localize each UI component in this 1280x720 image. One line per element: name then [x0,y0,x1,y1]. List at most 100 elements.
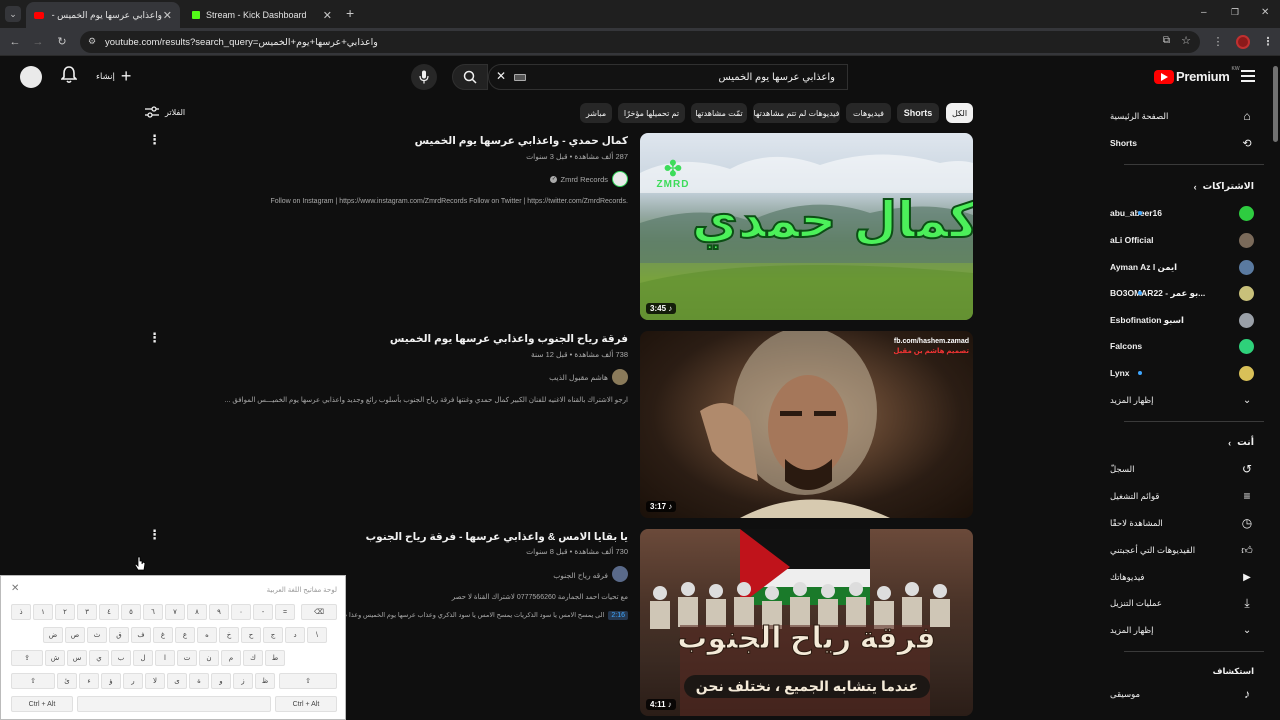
guide-menu-icon[interactable] [1241,70,1255,82]
keyboard-key[interactable]: ا [155,650,175,666]
keyboard-key[interactable]: ز [233,673,253,689]
video-thumbnail[interactable]: فرقة رياح الجنوب عندما يتشابه الجميع ، ن… [640,529,973,716]
browser-tab-kick[interactable]: Stream - Kick Dashboard ✕ [184,2,340,28]
notifications-bell-icon[interactable] [60,66,78,84]
backspace-key[interactable]: ⌫ [301,604,337,620]
sidebar-item-playlists[interactable]: قوائم التشغيل ≡ [1110,483,1280,509]
keyboard-key[interactable]: ٨ [187,604,207,620]
ctrl-alt-left-key[interactable]: Ctrl + Alt [11,696,73,712]
sidebar-sub-ayman[interactable]: Ayman Az l ايمن [1110,254,1280,280]
site-info-icon[interactable]: ⚙ [88,36,96,47]
sidebar-sub-ali-official[interactable]: aLi Official [1110,227,1280,253]
restore-button[interactable]: ❐ [1231,7,1239,18]
close-tab-icon[interactable]: ✕ [163,9,172,22]
sidebar-sub-abu-abeer16[interactable]: abu_abeer16 [1110,200,1280,226]
browser-menu-icon[interactable]: ⋮ [1261,35,1275,49]
keyboard-key[interactable]: ن [199,650,219,666]
keyboard-key[interactable]: ر [123,673,143,689]
create-button[interactable]: إنشاء + [96,67,131,85]
left-shift-key[interactable]: ⇧ [11,673,55,689]
keyboard-key[interactable]: ه [197,627,217,643]
keyboard-key[interactable]: = [275,604,295,620]
sidebar-item-home[interactable]: الصفحة الرئيسية ⌂ [1110,103,1280,129]
account-avatar[interactable] [20,66,42,88]
sidebar-show-more-2[interactable]: إظهار المزيد ⌄ [1110,617,1280,643]
keyboard-key[interactable]: - [253,604,273,620]
keyboard-key[interactable]: ٤ [99,604,119,620]
close-tab-icon[interactable]: ✕ [323,9,332,22]
keyboard-key[interactable]: ل [133,650,153,666]
sidebar-item-history[interactable]: السجلّ ↺ [1110,456,1280,482]
sidebar-item-downloads[interactable]: عمليات التنزيل ⤓ [1110,590,1280,616]
keyboard-key[interactable]: ق [109,627,129,643]
keyboard-key[interactable]: ظ [255,673,275,689]
reload-icon[interactable]: ↻ [55,35,69,49]
keyboard-key[interactable]: ء [79,673,99,689]
keyboard-key[interactable]: ى [167,673,187,689]
keyboard-key[interactable]: ٩ [209,604,229,620]
keyboard-key[interactable]: م [221,650,241,666]
sidebar-sub-esbofination[interactable]: Esbofination اسبو [1110,307,1280,333]
sidebar-sub-bo3omar22[interactable]: BO3OMAR22 - بو عمر... [1110,280,1280,306]
keyboard-key[interactable]: ذ [11,604,31,620]
filters-button[interactable]: الفلاتر [145,106,185,118]
chip-recently-uploaded[interactable]: تم تحميلها مؤخرًا [618,103,685,123]
ctrl-alt-right-key[interactable]: Ctrl + Alt [275,696,337,712]
keyboard-key[interactable]: و [211,673,231,689]
keyboard-key[interactable]: ض [43,627,63,643]
keyboard-key[interactable]: ك [243,650,263,666]
keyboard-key[interactable]: ب [111,650,131,666]
keyboard-key[interactable]: ت [177,650,197,666]
search-input[interactable]: ✕ واعذابي عرسها يوم الخميس [488,64,848,90]
chip-all[interactable]: الكل [946,103,973,123]
chip-videos[interactable]: فيديوهات [846,103,891,123]
video-title[interactable]: يا بقايا الامس & واعذابي عرسها - فرقة ري… [366,531,628,543]
voice-search-button[interactable] [411,64,437,90]
forward-icon[interactable]: → [31,35,45,49]
keyboard-key[interactable]: ي [89,650,109,666]
chip-shorts[interactable]: Shorts [897,103,939,123]
bookmark-star-icon[interactable]: ☆ [1181,34,1191,47]
tab-search-button[interactable]: ⌄ [5,6,21,22]
channel-name[interactable]: ✓ Zmrd Records [550,175,608,184]
channel-avatar[interactable] [612,369,628,385]
keyboard-key[interactable]: ص [65,627,85,643]
keyboard-icon[interactable] [514,74,526,81]
video-options-icon[interactable]: ⋮ [148,527,161,543]
keyboard-key[interactable]: ٠ [231,604,251,620]
sidebar-item-watch-later[interactable]: المشاهدة لاحقًا ◷ [1110,510,1280,536]
keyboard-key[interactable]: س [67,650,87,666]
sidebar-sub-falcons[interactable]: Falcons [1110,333,1280,359]
keyboard-key[interactable]: ة [189,673,209,689]
keyboard-key[interactable]: ش [45,650,65,666]
video-title[interactable]: كمال حمدي - واعذابي عرسها يوم الخميس [415,135,628,147]
keyboard-key[interactable]: ٢ [55,604,75,620]
channel-name[interactable]: فرقه رياح الجنوب [553,571,608,580]
keyboard-key[interactable]: ف [131,627,151,643]
keyboard-key[interactable]: ج [263,627,283,643]
keyboard-key[interactable]: ؤ [101,673,121,689]
chapter-row[interactable]: الى يمسح الامس يا سود الذكريات يمسح الام… [346,609,628,621]
address-bar[interactable]: ⚙ youtube.com/results?search_query=واعذا… [80,31,1200,53]
close-window-button[interactable]: ✕ [1261,7,1269,18]
keyboard-key[interactable]: \ [307,627,327,643]
keyboard-key[interactable]: ٧ [165,604,185,620]
keyboard-key[interactable]: د [285,627,305,643]
chip-live[interactable]: مباشر [580,103,612,123]
video-title[interactable]: فرقة رياح الجنوب واعذابي عرسها يوم الخمي… [390,333,628,345]
keyboard-key[interactable]: ٥ [121,604,141,620]
minimize-button[interactable]: – [1201,7,1207,18]
sidebar-scrollbar[interactable] [1273,66,1278,142]
right-shift-key[interactable]: ⇧ [279,673,337,689]
you-heading[interactable]: أنت › [1228,437,1254,448]
sidebar-item-liked[interactable]: الفيديوهات التي أعجبتني 👍︎ [1110,537,1280,563]
keyboard-key[interactable]: ط [265,650,285,666]
sidebar-show-more[interactable]: إظهار المزيد ⌄ [1110,387,1280,413]
back-icon[interactable]: ← [8,35,22,49]
caps-lock-key[interactable]: ⇪ [11,650,43,666]
keyboard-key[interactable]: ث [87,627,107,643]
channel-name[interactable]: هاشم مقبول الذيب [549,373,608,382]
keyboard-key[interactable]: ٦ [143,604,163,620]
sidebar-item-music[interactable]: موسيقى ♪ [1110,681,1280,707]
sidebar-sub-lynx[interactable]: Lynx [1110,360,1280,386]
